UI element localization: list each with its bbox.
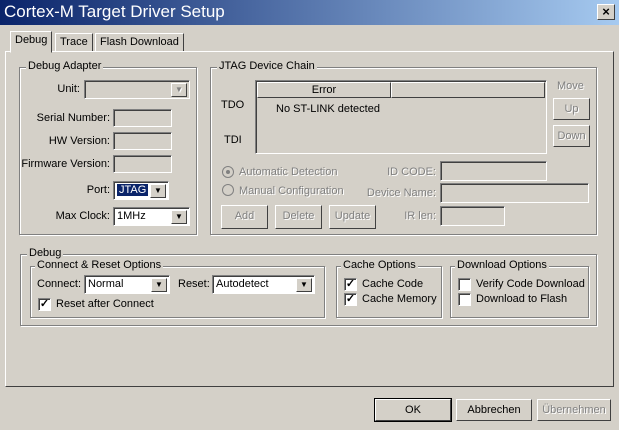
max-clock-value: 1MHz: [117, 210, 146, 222]
manual-config-radio[interactable]: [222, 184, 234, 196]
group-title: Connect & Reset Options: [35, 259, 164, 271]
max-clock-select[interactable]: 1MHz ▼: [113, 207, 190, 226]
chevron-down-icon: ▼: [150, 184, 166, 198]
chevron-down-icon: ▼: [296, 278, 312, 292]
connect-value: Normal: [88, 278, 124, 290]
reset-after-connect-checkbox[interactable]: ✓: [38, 298, 51, 311]
auto-detection-label: Automatic Detection: [239, 166, 338, 178]
verify-download-checkbox[interactable]: [458, 278, 471, 291]
ok-button[interactable]: OK: [374, 398, 452, 422]
delete-button[interactable]: Delete: [275, 205, 322, 229]
update-button[interactable]: Update: [329, 205, 376, 229]
cancel-button[interactable]: Abbrechen: [456, 399, 532, 421]
tab-trace[interactable]: Trace: [55, 33, 93, 52]
device-name-field[interactable]: [440, 183, 589, 203]
reset-value: Autodetect: [216, 278, 269, 290]
apply-button[interactable]: Übernehmen: [537, 399, 611, 421]
ir-len-field[interactable]: [440, 206, 505, 226]
unit-label: Unit:: [57, 83, 80, 95]
add-button[interactable]: Add: [221, 205, 268, 229]
tdo-label: TDO: [221, 99, 245, 111]
chain-message: No ST-LINK detected: [276, 103, 380, 115]
reset-select[interactable]: Autodetect ▼: [212, 275, 315, 294]
verify-download-label: Verify Code Download: [476, 278, 585, 290]
max-clock-label: Max Clock:: [55, 210, 110, 222]
firmware-label: Firmware Version:: [21, 158, 110, 170]
serial-field: [113, 109, 172, 127]
window-title: Cortex-M Target Driver Setup: [4, 2, 225, 21]
move-label: Move: [557, 80, 584, 92]
device-chain-list[interactable]: Error No ST-LINK detected: [255, 80, 547, 154]
up-button[interactable]: Up: [553, 98, 590, 120]
group-title: Download Options: [455, 259, 549, 271]
connect-select[interactable]: Normal ▼: [84, 275, 170, 294]
cache-memory-checkbox[interactable]: ✓: [344, 293, 357, 306]
cache-code-checkbox[interactable]: ✓: [344, 278, 357, 291]
download-to-flash-label: Download to Flash: [476, 293, 568, 305]
reset-label: Reset:: [178, 278, 210, 290]
unit-select[interactable]: ▼: [84, 80, 190, 99]
chevron-down-icon: ▼: [171, 210, 187, 224]
title-bar: Cortex-M Target Driver Setup: [0, 0, 619, 25]
serial-label: Serial Number:: [36, 112, 110, 124]
tab-debug[interactable]: Debug: [10, 31, 53, 53]
port-select[interactable]: JTAG ▼: [113, 181, 169, 200]
cache-code-label: Cache Code: [362, 278, 424, 290]
tab-flash-download[interactable]: Flash Download: [95, 33, 184, 52]
port-label: Port:: [86, 184, 110, 196]
hw-version-label: HW Version:: [48, 135, 110, 147]
id-code-field[interactable]: [440, 161, 547, 181]
id-code-label: ID CODE:: [387, 166, 436, 178]
cache-memory-label: Cache Memory: [362, 293, 437, 305]
connect-label: Connect:: [37, 278, 82, 290]
cache-options-group: Cache Options: [336, 259, 442, 318]
chevron-down-icon: ▼: [171, 83, 187, 97]
download-options-group: Download Options: [450, 259, 589, 318]
download-to-flash-checkbox[interactable]: [458, 293, 471, 306]
reset-after-connect-label: Reset after Connect: [56, 298, 154, 310]
group-title: Debug: [27, 247, 64, 259]
auto-detection-radio[interactable]: [222, 166, 234, 178]
tdi-label: TDI: [224, 134, 242, 146]
group-title: Cache Options: [341, 259, 418, 271]
column-error[interactable]: Error: [257, 82, 391, 98]
close-button[interactable]: ×: [597, 4, 615, 20]
hw-version-field: [113, 132, 172, 150]
firmware-field: [113, 155, 172, 173]
port-value: JTAG: [117, 184, 149, 196]
chevron-down-icon: ▼: [151, 278, 167, 292]
column-2[interactable]: [391, 82, 545, 98]
down-button[interactable]: Down: [553, 125, 590, 147]
device-name-label: Device Name:: [366, 187, 436, 199]
group-title: Debug Adapter: [26, 60, 104, 72]
manual-config-label: Manual Configuration: [239, 185, 344, 197]
group-title: JTAG Device Chain: [217, 60, 317, 72]
